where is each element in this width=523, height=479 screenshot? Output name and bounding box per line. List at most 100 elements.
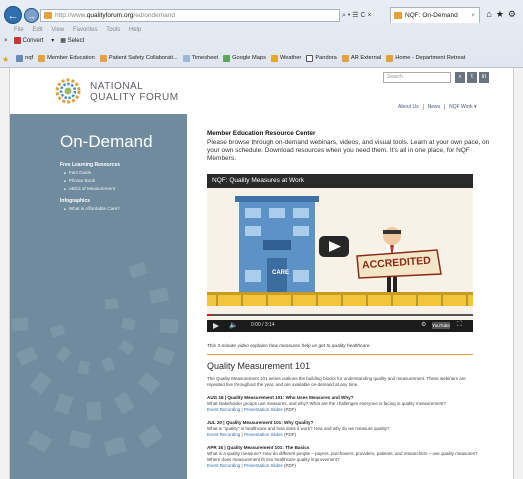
home-icon[interactable]: ⌂: [486, 9, 495, 19]
top-nav: About Us News NQF Work ▾: [390, 104, 477, 110]
episode-description: What is a quality measure? How do differ…: [207, 451, 478, 462]
gear-icon[interactable]: ⚙: [508, 9, 520, 19]
play-icon[interactable]: [213, 323, 219, 329]
favorite-link[interactable]: Weather: [270, 54, 301, 62]
menu-view[interactable]: View: [51, 27, 64, 33]
menu-help[interactable]: Help: [129, 27, 141, 33]
favorite-icon: [38, 54, 46, 62]
twitter-icon[interactable]: t: [467, 72, 477, 83]
favorites-star-icon[interactable]: ★: [496, 9, 508, 19]
favorite-icon: [306, 54, 314, 62]
sidebar-heading-infographics: Infographics: [60, 198, 91, 204]
sidebar-link-affordable-care[interactable]: What is Affordable Care?: [64, 206, 120, 211]
nav-news[interactable]: News: [422, 104, 441, 110]
favorite-icon: [182, 54, 190, 62]
forward-button[interactable]: →: [24, 8, 39, 23]
menu-file[interactable]: File: [14, 27, 24, 33]
sidebar-title: On-Demand: [60, 132, 153, 151]
pdf-icon: [13, 37, 21, 44]
building-sign: CARE: [272, 270, 290, 276]
favorite-link[interactable]: Pandora: [306, 54, 337, 62]
page-margin-left: [0, 68, 10, 479]
page-margin-right: [513, 68, 523, 479]
sidebar-link-fact-guide[interactable]: Fact Guide: [64, 170, 91, 175]
favorite-link[interactable]: Patient Safety Collaborati...: [99, 54, 178, 62]
favorite-link[interactable]: nqf: [16, 54, 33, 62]
nqf-logo-icon[interactable]: [52, 77, 84, 105]
favorite-link[interactable]: Google Maps: [223, 54, 266, 62]
address-tools-icon[interactable]: ⌕ • ☰ C ×: [342, 9, 372, 22]
favorites-star[interactable]: ★: [2, 54, 11, 64]
qm-description: The Quality Measurement 101 series outli…: [207, 376, 466, 387]
browser-navbar: ← → http://www.qualityforum.org/ed/ondem…: [0, 4, 523, 26]
video-player[interactable]: CARE ACCREDITED NQF: Quality Measures at…: [207, 174, 473, 332]
main-content: Member Education Resource Center Please …: [187, 114, 513, 479]
sidebar-heading-free-resources: Free Learning Resources: [60, 162, 121, 168]
favorite-link[interactable]: Home - Department Retreat: [386, 54, 465, 62]
search-icon[interactable]: ⌕: [455, 72, 465, 83]
nav-about-us[interactable]: About Us: [394, 104, 419, 110]
sidebar-pattern-icon: [11, 261, 179, 457]
video-frame-illustration-icon: [207, 188, 473, 320]
favorite-icon: [386, 54, 394, 62]
presentation-slides-link[interactable]: Presentation Slides: [244, 407, 283, 412]
search-input[interactable]: Search: [383, 72, 451, 83]
star-icon: ★: [2, 54, 10, 64]
list-item: APR 16 | Quality Measurement 101: The Ba…: [207, 445, 487, 468]
intro-text: Please browse through on-demand webinars…: [207, 139, 490, 163]
menu-favorites[interactable]: Favorites: [73, 27, 98, 33]
volume-icon[interactable]: 🔈: [229, 321, 238, 329]
fullscreen-icon[interactable]: ⛶: [457, 321, 462, 329]
favorites-bar: ★ nqf Member Education Patient Safety Co…: [2, 52, 523, 64]
command-bar: × Convert ▾ ▦ Select: [4, 37, 96, 44]
video-controls: 🔈 0:00 / 3:14 ⚙ YouTube ⛶: [207, 320, 473, 332]
sidebar-link-phrase-book[interactable]: Phrase Book: [64, 178, 95, 183]
event-recording-link[interactable]: Event Recording: [207, 463, 240, 468]
tab-nqf-on-demand[interactable]: NQF: On-Demand ×: [390, 7, 480, 23]
video-title: NQF: Quality Measures at Work: [207, 174, 473, 188]
episode-links: Event Recording | Presentation Slides (P…: [207, 431, 297, 437]
convert-button[interactable]: Convert ▾: [13, 37, 54, 44]
favorite-link[interactable]: Member Education: [38, 54, 95, 62]
video-caption: This 3-minute video explains how measure…: [207, 344, 371, 349]
page-title: Member Education Resource Center: [207, 130, 316, 137]
favorite-icon: [270, 54, 278, 62]
favorite-icon: [341, 54, 349, 62]
nav-nqf-work[interactable]: NQF Work ▾: [444, 104, 477, 110]
close-icon[interactable]: ×: [4, 38, 8, 44]
site-logo-text[interactable]: NATIONAL QUALITY FORUM: [90, 81, 179, 103]
menu-tools[interactable]: Tools: [106, 27, 120, 33]
browser-toolbar-icons: ⌂★⚙: [486, 9, 520, 20]
episode-links: Event Recording | Presentation Slides (P…: [207, 406, 297, 412]
qm-section-title: Quality Measurement 101: [207, 361, 311, 371]
sidebar-link-abcs[interactable]: ABCs of Measurement: [64, 186, 115, 191]
favorite-icon: [16, 54, 24, 62]
settings-icon[interactable]: ⚙: [421, 321, 426, 328]
close-tab-icon[interactable]: ×: [471, 8, 475, 23]
site-header: NATIONAL QUALITY FORUM Search ⌕ t in Abo…: [10, 68, 513, 114]
address-bar[interactable]: http://www.qualityforum.org/ed/ondemand: [40, 9, 340, 22]
linkedin-icon[interactable]: in: [479, 72, 489, 83]
favorite-link[interactable]: Timesheet: [182, 54, 218, 62]
event-recording-link[interactable]: Event Recording: [207, 432, 240, 437]
video-time: 0:00 / 3:14: [251, 322, 275, 328]
menu-edit[interactable]: Edit: [32, 27, 42, 33]
select-button[interactable]: ▦ Select: [60, 37, 90, 44]
menu-bar: File Edit View Favorites Tools Help: [14, 27, 148, 33]
sidebar: On-Demand Free Learning Resources Fact G…: [10, 114, 187, 479]
favorite-icon: [99, 54, 107, 62]
event-recording-link[interactable]: Event Recording: [207, 407, 240, 412]
tab-favicon-icon: [394, 12, 402, 19]
favorite-icon: [223, 54, 231, 62]
presentation-slides-link[interactable]: Presentation Slides: [244, 463, 283, 468]
presentation-slides-link[interactable]: Presentation Slides: [244, 432, 283, 437]
list-item: JUL 20 | Quality Measurement 101: Why Qu…: [207, 420, 487, 438]
favorite-link[interactable]: AR External: [341, 54, 381, 62]
site-favicon-icon: [44, 12, 52, 19]
list-item: AUG 18 | Quality Measurement 101: Who Us…: [207, 395, 487, 413]
back-button[interactable]: ←: [4, 6, 22, 24]
browser-chrome: ← → http://www.qualityforum.org/ed/ondem…: [0, 0, 523, 68]
youtube-icon[interactable]: YouTube: [432, 322, 450, 329]
episode-links: Event Recording | Presentation Slides (P…: [207, 462, 297, 468]
section-divider: [207, 354, 473, 355]
